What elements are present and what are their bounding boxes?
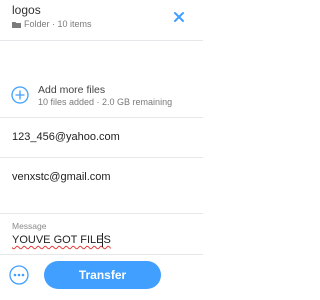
folder-title: logos	[12, 3, 41, 17]
divider	[0, 213, 203, 214]
folder-icon	[12, 21, 21, 28]
transfer-button[interactable]: Transfer	[44, 261, 161, 289]
divider	[0, 40, 203, 41]
plus-circle-icon	[11, 86, 29, 104]
add-more-files-button[interactable]: Add more files 10 files added · 2.0 GB r…	[0, 78, 203, 114]
more-options-icon[interactable]	[9, 265, 29, 285]
message-label: Message	[12, 221, 47, 231]
folder-header: logos Folder · 10 items	[0, 0, 203, 40]
add-more-files-label: Add more files	[38, 84, 106, 96]
folder-meta: Folder · 10 items	[12, 19, 92, 29]
folder-meta-text: Folder · 10 items	[24, 19, 92, 29]
close-icon[interactable]	[172, 10, 186, 24]
transfer-panel: logos Folder · 10 items Add more files 1…	[0, 0, 203, 300]
divider	[0, 254, 203, 255]
recipient-email-row	[0, 118, 203, 158]
files-added-status: 10 files added · 2.0 GB remaining	[38, 97, 173, 107]
recipient-email-input[interactable]	[12, 118, 192, 156]
sender-email-input[interactable]	[12, 158, 192, 196]
message-input[interactable]: YOUVE GOT FILES	[12, 234, 111, 246]
sender-email-row	[0, 158, 203, 198]
text-caret	[102, 233, 103, 247]
